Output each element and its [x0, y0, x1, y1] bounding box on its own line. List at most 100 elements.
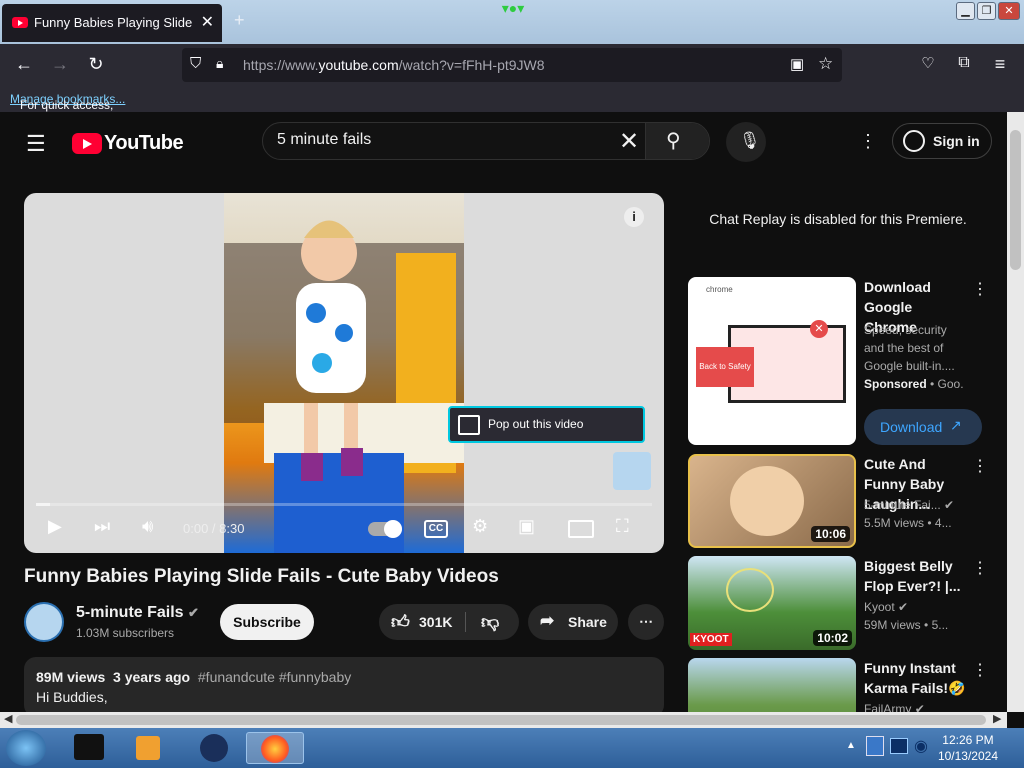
miniplayer-icon[interactable]: ▣: [518, 516, 535, 537]
vertical-scrollbar[interactable]: [1007, 112, 1024, 712]
search-button[interactable]: ⚲: [645, 123, 709, 159]
network-globe-icon[interactable]: [188, 732, 238, 764]
minimize-button[interactable]: ▁: [956, 2, 975, 20]
subscriber-count: 1.03M subscribers: [76, 626, 175, 640]
browser-tab[interactable]: Funny Babies Playing Slide Fails ✕: [2, 4, 222, 42]
firefox-taskbar-icon[interactable]: [246, 732, 304, 764]
progress-bar[interactable]: [36, 503, 652, 506]
extensions-icon[interactable]: ⧉: [953, 54, 975, 72]
clear-search-icon[interactable]: ✕: [619, 127, 639, 156]
ad-download-button[interactable]: Download ↗: [864, 409, 982, 445]
captions-icon[interactable]: CC: [424, 520, 448, 538]
youtube-logo[interactable]: YouTube: [72, 132, 184, 155]
channel-row: 5-minute Fails ✔ 1.03M subscribers Subsc…: [24, 602, 664, 642]
settings-kebab-icon[interactable]: ⋮: [859, 131, 877, 152]
bookmark-star-icon[interactable]: ☆: [818, 54, 833, 74]
tray-network-icon[interactable]: ◉: [914, 736, 928, 756]
horizontal-scrollbar[interactable]: ◀ ▶: [0, 712, 1007, 728]
ad-thumb-text: Back to Safety: [696, 347, 754, 387]
lock-icon[interactable]: 🔒︎: [216, 55, 223, 72]
highlight-circle: [726, 568, 774, 612]
address-bar[interactable]: ⛉ 🔒︎ https://www.youtube.com/watch?v=fFh…: [182, 48, 842, 82]
taskbar-app-icon[interactable]: [64, 732, 114, 764]
restore-button[interactable]: ❐: [977, 2, 996, 20]
sign-in-button[interactable]: Sign in: [892, 123, 992, 159]
media-player-icon[interactable]: [124, 732, 174, 764]
video-menu-icon[interactable]: ⋮: [972, 558, 988, 578]
tray-app-icon[interactable]: [866, 736, 884, 756]
theater-mode-icon[interactable]: [568, 520, 594, 538]
volume-icon[interactable]: 🔊︎: [142, 516, 153, 537]
channel-name[interactable]: 5-minute Fails ✔: [76, 604, 199, 622]
bookmarks-message: For quick access, place your bookmarks h…: [10, 92, 125, 168]
view-count: 89M views: [36, 669, 106, 685]
reader-view-icon[interactable]: ▣: [790, 55, 804, 73]
system-clock[interactable]: 12:26 PM 10/13/2024: [938, 732, 998, 764]
video-menu-icon[interactable]: ⋮: [972, 660, 988, 680]
ad-sponsor-line: Sponsored • Goo...: [864, 375, 964, 393]
sidebar-video-card[interactable]: KYOOT 10:02 Biggest Belly Flop Ever?! |.…: [688, 556, 988, 652]
tray-expand-icon[interactable]: ▲: [846, 740, 856, 751]
sponsored-label: Sponsored: [864, 377, 927, 391]
share-button[interactable]: ➦ Share: [528, 604, 618, 640]
shield-icon[interactable]: ⛉: [190, 55, 201, 72]
scroll-right-icon[interactable]: ▶: [993, 712, 1001, 725]
close-tab-icon[interactable]: ✕: [201, 12, 214, 32]
channel-watermark[interactable]: [613, 452, 651, 490]
play-icon[interactable]: ▶: [48, 516, 62, 537]
like-count[interactable]: 301K: [419, 614, 452, 630]
new-tab-button[interactable]: +: [234, 10, 245, 31]
video-thumbnail: KYOOT 10:02: [688, 556, 856, 650]
video-menu-icon[interactable]: ⋮: [972, 456, 988, 476]
share-icon: ➦: [540, 611, 555, 630]
back-arrow-icon[interactable]: ←: [13, 54, 35, 75]
hashtags[interactable]: #funandcute #funnybaby: [198, 669, 351, 685]
more-actions-button[interactable]: ⋯: [628, 604, 664, 640]
baby-on-slide-illustration: [224, 220, 464, 553]
tab-title: Funny Babies Playing Slide Fails: [34, 15, 196, 30]
start-button[interactable]: [6, 730, 46, 766]
windows-taskbar: ▲ ◉ 12:26 PM 10/13/2024: [0, 728, 1024, 768]
video-duration: 10:06: [811, 526, 850, 542]
sidebar-video-card[interactable]: Funny Instant Karma Fails!🤣 FailArmy ✔ ⋮: [688, 658, 988, 712]
menu-icon[interactable]: ≡: [989, 54, 1011, 75]
channel-avatar[interactable]: [24, 602, 64, 642]
hamburger-menu-icon[interactable]: ☰: [26, 131, 46, 157]
close-window-button[interactable]: ✕: [998, 2, 1020, 20]
like-icon[interactable]: 👍︎: [391, 611, 410, 633]
ad-menu-icon[interactable]: ⋮: [972, 279, 988, 299]
forward-arrow-icon[interactable]: →: [49, 54, 71, 75]
kyoot-badge: KYOOT: [690, 633, 732, 646]
dislike-icon[interactable]: 👎︎: [481, 611, 499, 633]
pop-out-video-button[interactable]: Pop out this video: [448, 406, 645, 443]
info-icon[interactable]: i: [624, 207, 644, 227]
progress-buffered: [36, 503, 50, 506]
scroll-left-icon[interactable]: ◀: [4, 712, 12, 725]
search-input[interactable]: [277, 131, 607, 149]
sidebar-video-card[interactable]: 10:06 Cute And Funny Baby Laughin... 5-m…: [688, 454, 988, 550]
autoplay-toggle[interactable]: [368, 520, 402, 538]
clock-time: 12:26 PM: [942, 733, 994, 747]
youtube-favicon-icon: [12, 17, 28, 28]
tray-monitor-icon[interactable]: [890, 738, 908, 754]
video-player[interactable]: i Pop out this video ▶ ⏭ 🔊︎ 0:00 / 8:30 …: [24, 193, 664, 553]
horizontal-scrollbar-thumb[interactable]: [16, 715, 986, 725]
settings-gear-icon[interactable]: ⚙: [472, 516, 488, 537]
search-icon: ⚲: [666, 130, 681, 152]
chat-replay-note: Chat Replay is disabled for this Premier…: [709, 211, 967, 227]
microphone-icon: 🎙︎: [739, 131, 761, 150]
window-controls: ▁ ❐ ✕: [956, 2, 1020, 20]
next-video-icon[interactable]: ⏭: [94, 516, 110, 537]
video-card-stats: 59M views • 5...: [864, 618, 949, 632]
fullscreen-icon[interactable]: ⛶: [616, 516, 629, 537]
voice-search-button[interactable]: 🎙︎: [726, 122, 766, 162]
sidebar-ad-card[interactable]: chrome ✕ Back to Safety Download Google …: [688, 277, 988, 447]
subscribe-button[interactable]: Subscribe: [220, 604, 314, 640]
scrollbar-thumb[interactable]: [1010, 130, 1021, 270]
description-box[interactable]: 89M views 3 years ago #funandcute #funny…: [24, 657, 664, 712]
video-thumbnail: 10:06: [688, 454, 856, 548]
reload-icon[interactable]: ↻: [85, 54, 107, 75]
pocket-icon[interactable]: ♡: [917, 54, 939, 72]
ad-alert-icon: ✕: [810, 320, 828, 338]
ad-brand: chrome: [706, 285, 733, 294]
